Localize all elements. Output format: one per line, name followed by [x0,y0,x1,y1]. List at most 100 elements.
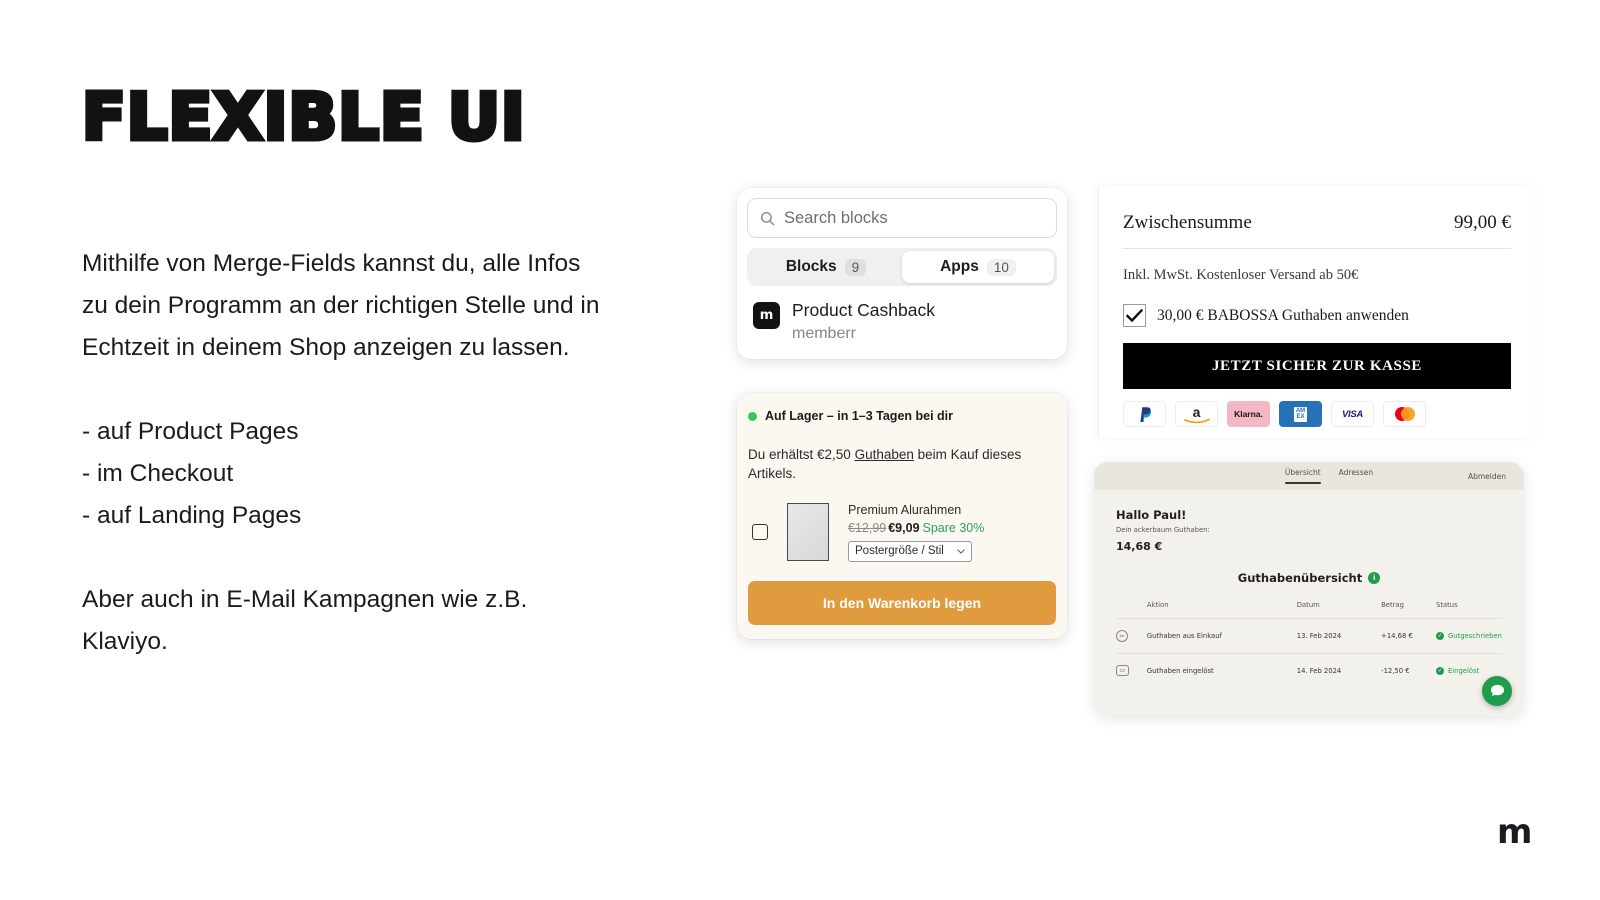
variant-select-value: Postergröße / Stil [855,545,944,557]
payment-methods-bar: a Klarna. AM EX VISA [1123,401,1511,427]
greeting-text: Hallo Paul! [1116,508,1187,522]
row-amount: -12,50 € [1381,653,1436,687]
search-input[interactable]: Search blocks [747,198,1057,238]
paragraph-two: Aber auch in E-Mail Kampagnen wie z.B. K… [82,586,528,655]
variant-select[interactable]: Postergröße / Stil [848,540,972,562]
account-dashboard-panel: Übersicht Adressen Abmelden Hallo Paul! … [1094,462,1524,716]
credit-ledger-table: Aktion Datum Betrag Status ✂ Guthaben au… [1116,601,1502,687]
tab-uebersicht[interactable]: Übersicht [1284,468,1321,484]
apply-credit-row[interactable]: 30,00 € BABOSSA Guthaben anwenden [1123,304,1511,327]
row-action: Guthaben eingelöst [1146,653,1297,687]
credit-overview-label: Guthabenübersicht [1237,571,1363,585]
check-circle-icon: ✓ [1436,632,1444,640]
status-badge: ✓ Eingelöst [1436,666,1502,675]
bullet-item: - auf Product Pages [82,418,299,445]
tab-blocks[interactable]: Blocks 9 [750,251,902,283]
page-title: FLEXIBLE UI [80,81,528,155]
slide-canvas: FLEXIBLE UI Mithilfe von Merge-Fields ka… [0,0,1600,900]
feature-bullet-list: - auf Product Pages - im Checkout - auf … [82,411,602,537]
cashback-link[interactable]: Guthaben [855,447,914,462]
paragraph-one: Mithilfe von Merge-Fields kannst du, all… [82,250,600,361]
chat-support-button[interactable] [1482,676,1512,706]
product-page-widget: Auf Lager – in 1–3 Tagen bei dir Du erhä… [737,393,1067,639]
dashboard-body: Hallo Paul! Dein ackerbaum Guthaben: 14,… [1094,490,1524,716]
product-thumbnail [779,501,837,563]
card-icon: ▭ [1116,665,1129,676]
info-badge-icon: i [1368,572,1381,584]
row-amount: +14,68 € [1381,618,1436,654]
chat-bubble-icon [1490,684,1504,697]
tab-adressen-label: Adressen [1338,468,1374,477]
mastercard-icon [1383,401,1426,427]
balance-value: 14,68 € [1116,540,1163,553]
klarna-icon: Klarna. [1227,401,1270,427]
row-status-cell: ✓ Gutgeschrieben [1436,618,1502,654]
bullet-item: - im Checkout [82,460,234,487]
apply-credit-checkbox[interactable] [1123,304,1146,327]
chevron-down-icon [957,548,965,554]
checkout-summary-panel: Zwischensumme 99,00 € Inkl. MwSt. Kosten… [1098,186,1535,438]
status-label: Gutgeschrieben [1448,632,1502,640]
block-result-title: Product Cashback [792,300,935,320]
visa-icon: VISA [1331,401,1374,427]
subtotal-row: Zwischensumme 99,00 € [1123,212,1511,249]
subtotal-value: 99,00 € [1454,212,1511,233]
table-header-row: Aktion Datum Betrag Status [1116,601,1502,619]
stock-dot-icon [748,411,757,421]
paypal-icon [1123,401,1166,427]
balance-label: Dein ackerbaum Guthaben: [1116,526,1210,534]
stock-status: Auf Lager – in 1–3 Tagen bei dir [748,409,1056,423]
memberr-logo: m [1497,812,1532,852]
add-to-cart-button[interactable]: In den Warenkorb legen [748,581,1056,625]
checkout-button-label: JETZT SICHER ZUR KASSE [1211,357,1423,374]
tab-uebersicht-label: Übersicht [1284,468,1321,477]
price-original: €12,99 [848,520,887,535]
block-result-item[interactable]: m Product Cashback memberr [747,286,1057,353]
amex-icon: AM EX [1279,401,1322,427]
tab-blocks-count: 9 [844,258,867,276]
cashback-message: Du erhältst €2,50 Guthaben beim Kauf die… [748,445,1056,483]
amazon-pay-icon: a [1175,401,1218,427]
row-date: 14. Feb 2024 [1296,653,1382,687]
product-checkbox[interactable] [752,524,768,540]
search-placeholder-text: Search blocks [784,208,888,227]
add-to-cart-label: In den Warenkorb legen [822,595,982,611]
bullet-item: - auf Landing Pages [82,502,302,529]
dashboard-tabbar: Übersicht Adressen Abmelden [1094,462,1524,490]
block-picker-panel: Search blocks Blocks 9 Apps 10 m Product… [737,188,1067,359]
memberr-app-icon: m [753,302,780,329]
subtotal-label: Zwischensumme [1123,212,1252,233]
tab-blocks-label: Blocks [785,258,837,275]
tab-adressen[interactable]: Adressen [1339,468,1373,484]
product-name: Premium Alurahmen [848,502,962,517]
upsell-product-row: Premium Alurahmen €12,99 €9,09 Spare 30% P… [748,501,1056,563]
slide-body-copy: Mithilfe von Merge-Fields kannst du, all… [82,243,602,663]
checkmark-icon [1126,308,1143,322]
stock-status-label: Auf Lager – in 1–3 Tagen bei dir [765,409,954,423]
scissors-icon: ✂ [1116,630,1128,642]
frame-image [787,503,829,561]
col-aktion: Aktion [1146,601,1169,609]
check-circle-icon: ✓ [1436,666,1444,675]
cashback-prefix: Du erhältst €2,50 [748,447,855,462]
table-row: ✂ Guthaben aus Einkauf 13. Feb 2024 +14,… [1116,618,1502,654]
credit-overview-title: Guthabenübersicht i [1116,571,1502,585]
tax-shipping-note: Inkl. MwSt. Kostenloser Versand ab 50€ [1123,267,1359,283]
app-icon-letter: m [759,308,774,323]
search-icon [760,211,775,225]
status-label: Eingelöst [1448,666,1480,675]
row-date: 13. Feb 2024 [1296,618,1382,654]
discount-badge: Spare 30% [922,520,985,535]
proceed-to-checkout-button[interactable]: JETZT SICHER ZUR KASSE [1123,343,1511,389]
col-datum: Datum [1296,601,1320,609]
col-betrag: Betrag [1381,601,1404,609]
block-result-subtitle: memberr [792,325,857,342]
col-icon [1116,601,1147,619]
tab-apps-label: Apps [940,258,979,275]
picker-tabs: Blocks 9 Apps 10 [747,248,1057,286]
tab-apps[interactable]: Apps 10 [902,251,1054,283]
logout-link[interactable]: Abmelden [1468,472,1506,481]
row-action: Guthaben aus Einkauf [1146,618,1297,654]
